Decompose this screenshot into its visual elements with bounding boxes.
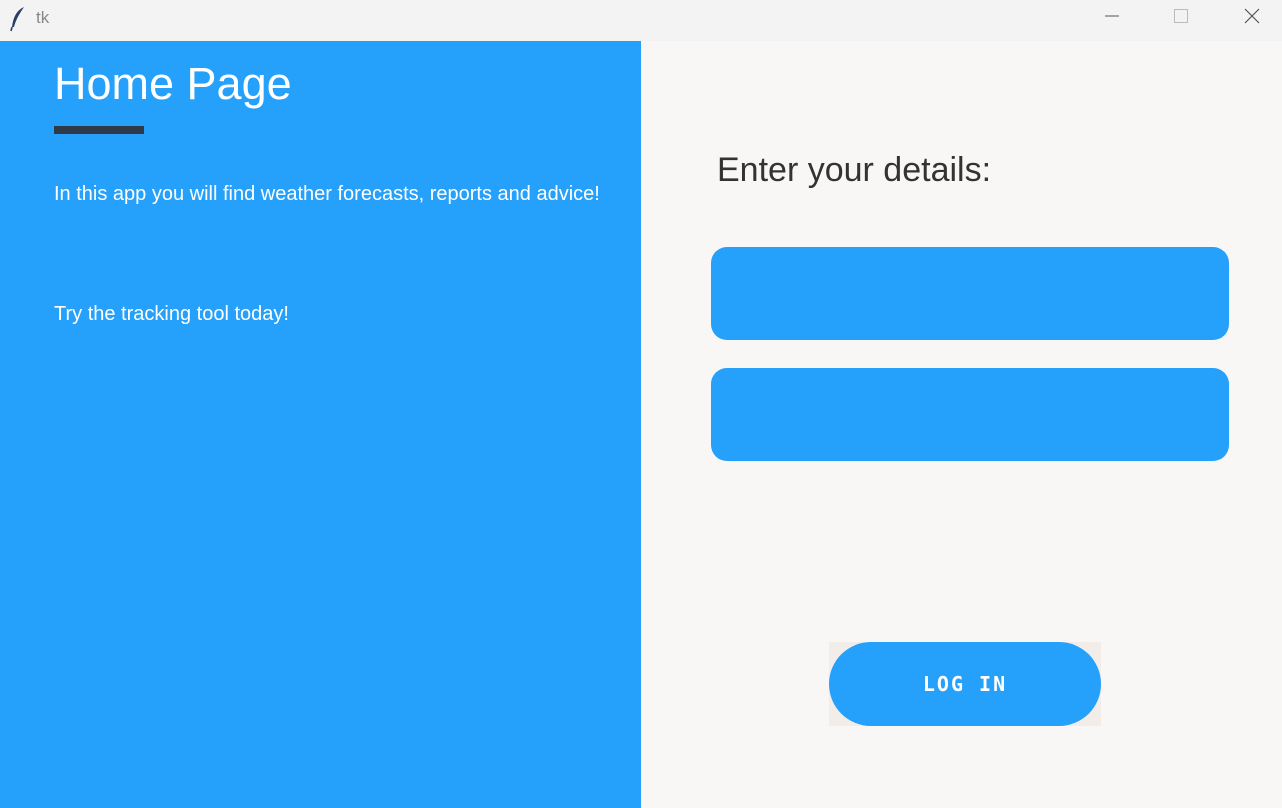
feather-icon [8,5,28,33]
cta-text: Try the tracking tool today! [54,303,289,325]
title-bar: tk [0,0,1282,41]
login-button-frame: LOG IN [829,642,1101,726]
login-panel: Enter your details: LOG IN [641,41,1282,808]
minimize-icon [1105,9,1119,28]
minimize-button[interactable] [1089,0,1135,36]
username-field[interactable] [711,247,1229,340]
window-title: tk [36,8,50,27]
home-panel: Home Page In this app you will find weat… [0,41,641,808]
details-heading: Enter your details: [717,151,992,189]
maximize-icon [1174,8,1188,28]
close-icon [1244,8,1260,29]
title-underline [54,126,144,134]
intro-text: In this app you will find weather foreca… [54,183,600,205]
close-button[interactable] [1229,0,1275,36]
maximize-button[interactable] [1158,0,1204,36]
login-button[interactable]: LOG IN [829,642,1101,726]
page-title: Home Page [54,58,292,109]
password-field[interactable] [711,368,1229,461]
